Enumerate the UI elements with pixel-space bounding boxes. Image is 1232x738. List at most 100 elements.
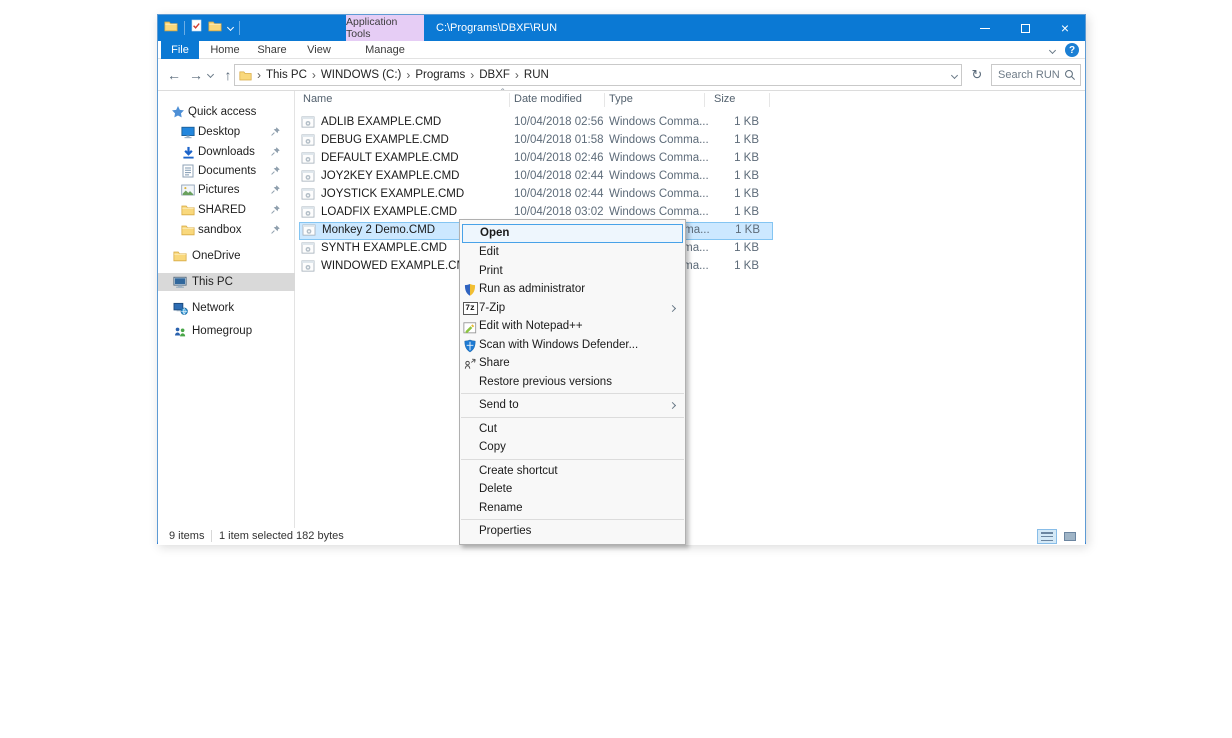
column-divider[interactable] xyxy=(509,93,510,107)
breadcrumb-windows-c[interactable]: WINDOWS (C:) xyxy=(318,69,404,81)
cmd-file-icon xyxy=(301,152,315,167)
tab-file[interactable]: File xyxy=(161,41,199,59)
file-name: JOY2KEY EXAMPLE.CMD xyxy=(321,170,460,182)
tab-manage[interactable]: Manage xyxy=(346,41,424,59)
menu-item-copy[interactable]: Copy xyxy=(460,438,685,457)
sidebar-item-documents[interactable]: Documents xyxy=(158,162,295,180)
sidebar-item-onedrive[interactable]: OneDrive xyxy=(158,247,295,265)
titlebar[interactable]: Application Tools C:\Programs\DBXF\RUN × xyxy=(158,15,1085,41)
breadcrumb-chevron-icon[interactable] xyxy=(310,68,318,82)
properties-icon[interactable] xyxy=(191,19,202,37)
menu-item-label: Scan with Windows Defender... xyxy=(479,338,639,351)
explorer-app-icon[interactable] xyxy=(164,19,178,37)
sidebar-item-network[interactable]: Network xyxy=(158,299,295,317)
share-icon xyxy=(462,356,478,372)
sidebar-item-desktop[interactable]: Desktop xyxy=(158,123,295,141)
breadcrumb-chevron-icon[interactable] xyxy=(255,68,263,82)
menu-item-7zip[interactable]: 7-Zip xyxy=(460,299,685,318)
tab-share[interactable]: Share xyxy=(252,41,292,59)
sidebar-item-quick-access[interactable]: Quick access xyxy=(158,103,295,121)
sidebar-item-sandbox[interactable]: sandbox xyxy=(158,221,295,239)
window-controls: × xyxy=(965,15,1085,41)
menu-item-properties[interactable]: Properties xyxy=(460,522,685,541)
column-header-date-modified[interactable]: Date modified xyxy=(514,93,582,107)
minimize-button[interactable] xyxy=(965,15,1005,41)
contextual-tab-application-tools[interactable]: Application Tools xyxy=(346,15,424,41)
collapse-ribbon-icon[interactable] xyxy=(1048,46,1057,54)
help-icon[interactable]: ? xyxy=(1065,43,1079,57)
sidebar-item-downloads[interactable]: Downloads xyxy=(158,143,295,161)
tab-home[interactable]: Home xyxy=(206,41,244,59)
details-view-button[interactable] xyxy=(1037,529,1057,544)
file-name: Monkey 2 Demo.CMD xyxy=(322,224,436,236)
minimize-icon xyxy=(980,27,990,29)
menu-item-edit-with-notepad-plus-plus[interactable]: Edit with Notepad++ xyxy=(460,317,685,336)
file-row[interactable]: JOY2KEY EXAMPLE.CMD 10/04/2018 02:44 Win… xyxy=(299,168,773,186)
computer-icon xyxy=(172,274,188,290)
file-row[interactable]: ADLIB EXAMPLE.CMD 10/04/2018 02:56 Windo… xyxy=(299,114,773,132)
menu-item-run-as-administrator[interactable]: Run as administrator xyxy=(460,280,685,299)
sidebar-item-homegroup[interactable]: Homegroup xyxy=(158,322,295,340)
file-name: ADLIB EXAMPLE.CMD xyxy=(321,116,442,128)
sidebar-item-label: This PC xyxy=(192,276,233,288)
file-row[interactable]: JOYSTICK EXAMPLE.CMD 10/04/2018 02:44 Wi… xyxy=(299,186,773,204)
file-row[interactable]: DEFAULT EXAMPLE.CMD 10/04/2018 02:46 Win… xyxy=(299,150,773,168)
menu-item-share[interactable]: Share xyxy=(460,354,685,373)
sidebar-item-shared[interactable]: SHARED xyxy=(158,201,295,219)
tab-view[interactable]: View xyxy=(300,41,338,59)
file-size: 1 KB xyxy=(734,242,759,254)
menu-item-print[interactable]: Print xyxy=(460,262,685,281)
breadcrumb-chevron-icon[interactable] xyxy=(513,68,521,82)
forward-button[interactable] xyxy=(188,66,204,84)
submenu-arrow-icon xyxy=(668,401,677,410)
maximize-button[interactable] xyxy=(1005,15,1045,41)
breadcrumb-this-pc[interactable]: This PC xyxy=(263,69,310,81)
close-button[interactable]: × xyxy=(1045,15,1085,41)
menu-separator xyxy=(461,519,684,520)
uac-shield-icon xyxy=(462,282,478,298)
thumbnails-view-button[interactable] xyxy=(1060,529,1080,544)
column-header-type[interactable]: Type xyxy=(609,93,633,107)
back-button[interactable] xyxy=(166,66,182,84)
file-name: WINDOWED EXAMPLE.CMD xyxy=(321,260,475,272)
menu-item-delete[interactable]: Delete xyxy=(460,480,685,499)
file-row[interactable]: DEBUG EXAMPLE.CMD 10/04/2018 01:58 Windo… xyxy=(299,132,773,150)
breadcrumb-chevron-icon[interactable] xyxy=(404,68,412,82)
folder-icon xyxy=(172,248,188,264)
sidebar-item-this-pc[interactable]: This PC xyxy=(158,273,295,291)
new-folder-icon[interactable] xyxy=(208,19,222,37)
menu-item-send-to[interactable]: Send to xyxy=(460,396,685,415)
column-divider[interactable] xyxy=(604,93,605,107)
breadcrumb-chevron-icon[interactable] xyxy=(468,68,476,82)
menu-item-cut[interactable]: Cut xyxy=(460,420,685,439)
column-header-name[interactable]: Name xyxy=(303,93,332,107)
menu-item-label: Edit with Notepad++ xyxy=(479,320,583,332)
breadcrumb-dbxf[interactable]: DBXF xyxy=(476,69,513,81)
menu-item-edit[interactable]: Edit xyxy=(460,243,685,262)
menu-item-restore-previous-versions[interactable]: Restore previous versions xyxy=(460,373,685,392)
homegroup-icon xyxy=(172,323,188,339)
file-size: 1 KB xyxy=(734,206,759,218)
address-dropdown-icon[interactable] xyxy=(950,71,959,79)
column-divider[interactable] xyxy=(704,93,705,107)
address-bar: This PC WINDOWS (C:) Programs DBXF RUN xyxy=(158,59,1085,91)
recent-locations-icon[interactable] xyxy=(206,70,215,79)
column-divider[interactable] xyxy=(769,93,770,107)
quick-access-toolbar xyxy=(164,15,240,41)
cmd-file-icon xyxy=(301,134,315,149)
menu-item-label: Delete xyxy=(479,483,513,495)
file-size: 1 KB xyxy=(734,260,759,272)
menu-item-scan-with-windows-defender[interactable]: Scan with Windows Defender... xyxy=(460,336,685,355)
sidebar-item-pictures[interactable]: Pictures xyxy=(158,181,295,199)
column-header-size[interactable]: Size xyxy=(714,93,735,107)
menu-item-rename[interactable]: Rename xyxy=(460,499,685,518)
downloads-icon xyxy=(180,144,196,160)
breadcrumb-programs[interactable]: Programs xyxy=(412,69,468,81)
breadcrumb-run[interactable]: RUN xyxy=(521,69,552,81)
refresh-button[interactable] xyxy=(968,66,986,84)
menu-item-open[interactable]: Open xyxy=(462,224,683,243)
sort-ascending-icon[interactable]: ˆ xyxy=(501,88,504,99)
customize-qat-icon[interactable] xyxy=(226,23,235,31)
items-count: 9 items xyxy=(169,530,205,542)
menu-item-create-shortcut[interactable]: Create shortcut xyxy=(460,462,685,481)
